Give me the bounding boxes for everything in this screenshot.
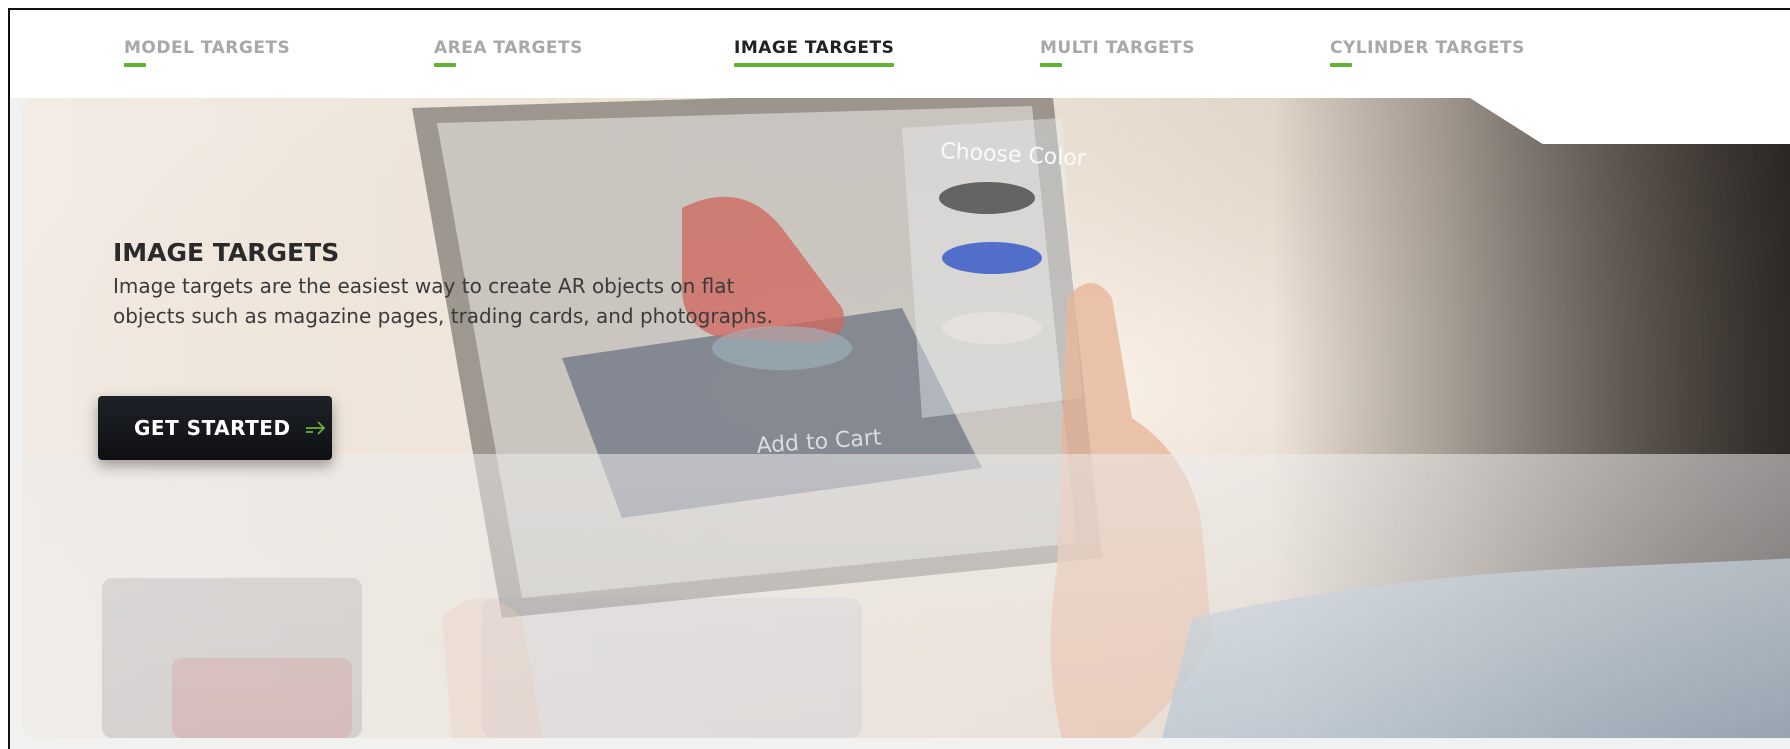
tab-underline — [1040, 63, 1062, 67]
tab-area-targets[interactable]: AREA TARGETS — [434, 38, 583, 67]
tab-underline-active — [734, 63, 895, 67]
tab-underline — [1330, 63, 1352, 67]
hero-title: IMAGE TARGETS — [113, 238, 340, 267]
tab-underline — [124, 63, 146, 67]
tab-model-targets[interactable]: MODEL TARGETS — [124, 38, 290, 67]
hero-description: Image targets are the easiest way to cre… — [113, 274, 773, 328]
tab-image-targets[interactable]: IMAGE TARGETS — [734, 38, 895, 67]
hero-banner: Choose Color Add to Cart IMAGE TARGETS I… — [22, 98, 1790, 738]
tab-multi-targets[interactable]: MULTI TARGETS — [1040, 38, 1195, 67]
tab-label: CYLINDER TARGETS — [1330, 38, 1525, 58]
tab-cylinder-targets[interactable]: CYLINDER TARGETS — [1330, 38, 1525, 67]
get-started-label: GET STARTED — [134, 416, 291, 440]
tab-label: MODEL TARGETS — [124, 38, 291, 58]
arrow-right-icon — [305, 417, 327, 439]
tab-label: MULTI TARGETS — [1040, 38, 1196, 58]
tab-label: IMAGE TARGETS — [734, 38, 895, 58]
hero-text-block: IMAGE TARGETS Image targets are the easi… — [113, 238, 813, 331]
get-started-button[interactable]: GET STARTED — [98, 396, 332, 460]
tab-underline — [434, 63, 456, 67]
target-type-tabs: MODEL TARGETS AREA TARGETS IMAGE TARGETS… — [10, 10, 1790, 98]
tab-label: AREA TARGETS — [434, 38, 583, 58]
hero-lower-overlay — [22, 454, 1790, 738]
page-frame: MODEL TARGETS AREA TARGETS IMAGE TARGETS… — [8, 8, 1790, 749]
